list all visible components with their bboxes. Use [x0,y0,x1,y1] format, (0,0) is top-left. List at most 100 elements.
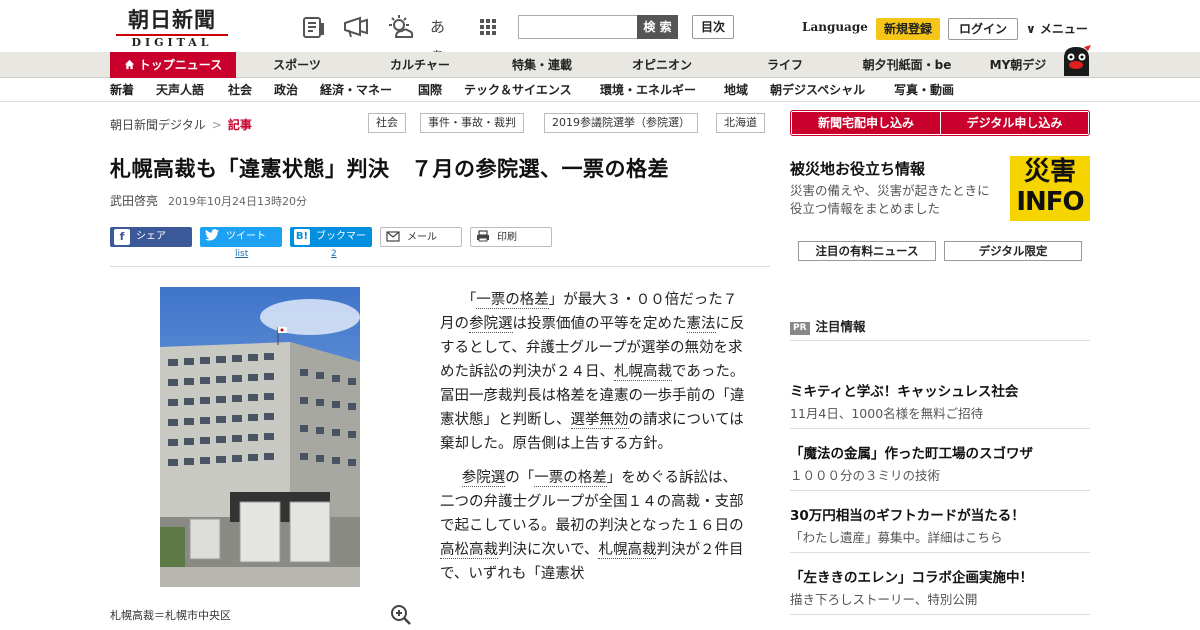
tag-society[interactable]: 社会 [368,113,406,133]
keyword-link[interactable]: 参院選 [461,470,506,487]
breadcrumb: 朝日新聞デジタル > 記事 [110,116,252,133]
sidebar-divider [790,340,1090,341]
printer-icon [475,230,491,246]
twitter-share-button[interactable]: ツイート [200,227,282,247]
subnav-new[interactable]: 新着 [110,78,134,102]
subnav-international[interactable]: 国際 [418,78,442,102]
subnav-tech-science[interactable]: テック＆サイエンス [464,78,572,102]
twitter-icon [204,229,220,245]
tab-digital-only[interactable]: デジタル限定 [944,241,1082,261]
hatena-bookmark-button[interactable]: B! ブックマーク [290,227,372,262]
subnav-politics[interactable]: 政治 [274,78,298,102]
breadcrumb-current: 記事 [227,118,252,132]
article-title: 札幌高裁も「違憲状態」判決 ７月の参院選、一票の格差 [110,157,669,181]
article-paragraph: 「一票の格差」が最大３・００倍だった７月の参院選は投票価値の平等を定めた憲法に反… [440,288,750,456]
nav-culture[interactable]: カルチャー [370,52,470,78]
pr-item-title[interactable]: 「魔法の金属」作った町工場のスゴワザ [790,442,1033,462]
tab-paid-news[interactable]: 注目の有料ニュース [798,241,936,261]
weather-icon[interactable] [386,13,414,41]
keyword-link[interactable]: 札幌高裁 [598,542,657,559]
facebook-icon: f [114,229,130,245]
photo-caption: 札幌高裁＝札幌市中央区 [110,609,231,622]
digital-subscribe-button[interactable]: デジタル申し込み [941,112,1088,134]
megaphone-icon[interactable] [342,13,370,41]
breadcrumb-separator: > [211,118,222,132]
keyword-link[interactable]: 一票の格差 [476,292,549,309]
nav-newspaper[interactable]: 朝夕刊紙面・be [852,52,962,78]
newspaper-icon[interactable] [300,13,328,41]
disaster-info-desc: 災害の備えや、災害が起きたときに役立つ情報をまとめました [790,183,990,216]
language-link[interactable]: Language [802,20,868,34]
subnav-photo-video[interactable]: 写真・動画 [894,78,954,102]
keyword-link[interactable]: 札幌高裁 [614,364,672,381]
byline: 武田啓亮 2019年10月24日13時20分 [110,192,307,209]
pr-item-title[interactable]: ミキティと学ぶ！キャッシュレス社会 [790,380,1018,400]
register-button[interactable]: 新規登録 [876,18,940,40]
pr-item-sub: １０００分の３ミリの技術 [790,468,941,483]
zoom-in-icon[interactable] [390,604,412,626]
facebook-share-button[interactable]: f シェア [110,227,192,247]
pr-item-sub: 描き下ろしストーリー、特別公開 [790,592,978,607]
tag-election[interactable]: 2019参議院選挙（参院選） [544,113,698,133]
pr-label: 注目情報 [815,319,866,334]
subnav-society[interactable]: 社会 [228,78,252,102]
saigai-text: 災害 [1023,157,1076,187]
subnav-tensei-jingo[interactable]: 天声人語 [156,78,204,102]
contents-button[interactable]: 目次 [692,15,734,39]
keyword-link[interactable]: 参院選 [469,316,513,333]
print-button[interactable]: 印刷 [470,227,552,247]
keyword-link[interactable]: 憲法 [686,316,716,333]
logo-text-en: DIGITAL [116,34,228,49]
mascot-icon [1058,44,1094,78]
keyword-link[interactable]: 一票の格差 [534,470,607,487]
article-body: 「一票の格差」が最大３・００倍だった７月の参院選は投票価値の平等を定めた憲法に反… [440,288,750,596]
subnav-special[interactable]: 朝デジスペシャル [770,78,865,102]
pr-badge: PR [790,322,810,335]
twitter-count-link[interactable]: list [235,249,248,259]
nav-my-asadigi[interactable]: MY朝デジ [980,52,1056,78]
keyword-link[interactable]: 選挙無効 [570,412,629,429]
pr-item-title[interactable]: 「左ききのエレン」コラボ企画実施中！ [790,566,1033,586]
asahi-digital-logo[interactable]: 朝日新聞 DIGITAL [116,7,228,49]
pr-item-title[interactable]: 30万円相当のギフトカードが当たる！ [790,504,1025,524]
disaster-info-heading[interactable]: 被災地お役立ち情報 [790,158,925,179]
hatena-count-link[interactable]: 2 [331,249,337,259]
share-label: メール [407,232,437,243]
keyword-link[interactable]: 高松高裁 [440,542,498,559]
tag-incident[interactable]: 事件・事故・裁判 [420,113,524,133]
menu-button[interactable]: ∨ メニュー [1026,20,1088,37]
site-header: 朝日新聞 DIGITAL あぁ 検 索 目次 Language 新規登録 ログイ… [0,0,1200,64]
share-label: 印刷 [497,232,517,243]
pr-item-sub: 11月4日、1000名様を無料ご招待 [790,406,984,421]
disaster-info-banner[interactable]: 災害 INFO [1010,156,1090,221]
text: 「 [461,292,477,308]
author-name: 武田啓亮 [110,194,159,208]
tag-hokkaido[interactable]: 北海道 [716,113,765,133]
nav-label: トップニュース [138,58,223,72]
share-label: ツイート [226,231,266,242]
subnav-region[interactable]: 地域 [724,78,748,102]
sidebar-divider [790,552,1090,553]
subnav-economy[interactable]: 経済・マネー [320,78,392,102]
sidebar-divider [790,614,1090,615]
nav-features[interactable]: 特集・連載 [494,52,590,78]
nav-opinion[interactable]: オピニオン [614,52,710,78]
logo-text-jp: 朝日新聞 [128,7,216,32]
search-button[interactable]: 検 索 [637,15,678,39]
font-size-icon[interactable]: あぁ [430,13,458,64]
grid-icon[interactable] [474,13,502,41]
home-delivery-button[interactable]: 新聞宅配申し込み [792,112,940,134]
breadcrumb-root[interactable]: 朝日新聞デジタル [110,118,206,132]
mail-share-button[interactable]: メール [380,227,462,247]
article-paragraph: 参院選の「一票の格差」をめぐる訴訟は、二つの弁護士グループが全国１４の高裁・支部… [440,466,750,586]
subnav-environment[interactable]: 環境・エネルギー [600,78,696,102]
nav-life[interactable]: ライフ [748,52,822,78]
login-button[interactable]: ログイン [948,18,1018,40]
text: 判決に次いで、 [498,542,599,558]
sidebar-divider [790,490,1090,491]
nav-top-news[interactable]: トップニュース [110,52,236,78]
search-input[interactable] [518,15,638,39]
home-icon [124,53,135,79]
nav-sports[interactable]: スポーツ [254,52,340,78]
article-photo[interactable] [160,287,360,587]
